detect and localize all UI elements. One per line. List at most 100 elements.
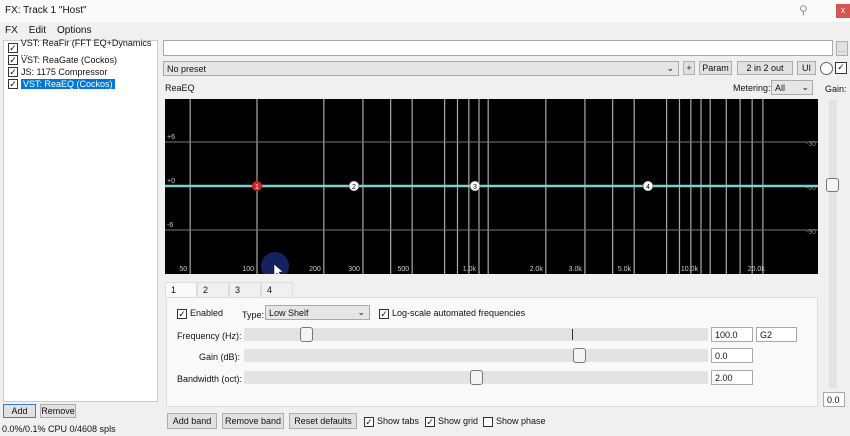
title-bar: FX: Track 1 "Host" ⚲ x — [0, 0, 850, 22]
fx-name-field[interactable] — [163, 40, 833, 56]
fx-enabled-checkbox[interactable]: ✓ — [8, 67, 18, 77]
band-tabs: 1234 — [165, 282, 293, 297]
fx-enabled-checkbox[interactable]: ✓ — [8, 55, 18, 65]
fx-enabled-checkbox[interactable]: ✓ — [8, 79, 18, 89]
more-button[interactable]: ... — [836, 41, 848, 56]
eq-graph[interactable]: +6-30+0-60-6-9050 100 200 300 500 1.0k 2.0k 3.0… — [165, 99, 818, 274]
chevron-down-icon: ⌄ — [357, 307, 365, 317]
metering-value: All — [775, 82, 786, 93]
frequency-value[interactable]: 100.0 — [711, 327, 753, 342]
fx-enabled-checkbox[interactable]: ✓ — [8, 43, 18, 53]
type-label: Type: — [242, 310, 265, 320]
menu-edit[interactable]: Edit — [29, 25, 46, 36]
io-button[interactable]: 2 in 2 out — [737, 61, 793, 75]
freq-label: 10.0k — [681, 266, 699, 273]
tab-band-3[interactable]: 3 — [229, 282, 261, 297]
plugin-name: ReaEQ — [165, 83, 195, 93]
fx-item-label: VST: ReaEQ (Cockos) — [21, 79, 115, 89]
bypass-checkbox[interactable]: ✓ — [835, 62, 847, 74]
gain-value[interactable]: 0.0 — [711, 348, 753, 363]
freq-label: 50 — [179, 266, 187, 273]
gain-label: Gain: — [825, 84, 847, 94]
db-label: +0 — [167, 178, 175, 185]
fx-list: ✓ VST: ReaFir (FFT EQ+Dynamics ... ✓ VST: R… — [3, 38, 158, 402]
show-phase-checkbox[interactable]: Show phase — [483, 416, 546, 427]
freq-label: 5.0k — [618, 266, 632, 273]
close-button[interactable]: x — [836, 4, 850, 18]
enabled-label: Enabled — [190, 308, 224, 318]
db-label: +6 — [167, 134, 175, 141]
freq-label: 300 — [348, 266, 360, 273]
logscale-checkbox[interactable]: ✓ Log-scale automated frequencies — [379, 308, 525, 319]
window-title: FX: Track 1 "Host" — [5, 5, 87, 16]
master-gain-thumb[interactable] — [826, 178, 839, 192]
show-tabs-checkbox[interactable]: ✓ Show tabs — [364, 416, 419, 427]
add-fx-button[interactable]: Add — [3, 404, 36, 418]
master-gain-slider[interactable] — [826, 100, 839, 388]
meter-label: -90 — [806, 229, 816, 236]
menu-fx[interactable]: FX — [5, 25, 18, 36]
fx-list-item[interactable]: ✓ VST: ReaFir (FFT EQ+Dynamics ... — [4, 38, 157, 58]
remove-fx-button[interactable]: Remove — [40, 404, 76, 418]
metering-label: Metering: — [733, 83, 771, 93]
show-phase-label: Show phase — [496, 416, 546, 426]
menu-bar: FX Edit Options — [5, 25, 91, 36]
metering-select[interactable]: All ⌄ — [771, 80, 813, 95]
band-node-label: 1 — [255, 184, 259, 191]
menu-options[interactable]: Options — [57, 25, 91, 36]
gain-thumb[interactable] — [573, 348, 587, 363]
preset-value: No preset — [167, 63, 207, 74]
tab-band-4[interactable]: 4 — [261, 282, 293, 297]
tab-band-1[interactable]: 1 — [165, 282, 197, 297]
bandwidth-value[interactable]: 2.00 — [711, 370, 753, 385]
freq-label: 500 — [397, 266, 409, 273]
show-tabs-label: Show tabs — [377, 416, 420, 426]
preset-select[interactable]: No preset ⌄ — [163, 61, 679, 76]
frequency-slider[interactable] — [244, 327, 708, 342]
bandwidth-label: Bandwidth (oct): — [177, 374, 243, 384]
freq-label: 20.0k — [748, 266, 766, 273]
frequency-center-mark — [572, 329, 573, 340]
fx-list-item[interactable]: ✓ JS: 1175 Compressor — [4, 66, 157, 78]
cpu-status: 0.0%/0.1% CPU 0/4608 spls — [2, 424, 116, 434]
fx-item-label: VST: ReaGate (Cockos) — [21, 55, 118, 65]
frequency-thumb[interactable] — [299, 327, 313, 342]
type-value: Low Shelf — [269, 307, 309, 318]
bandwidth-thumb[interactable] — [470, 370, 483, 385]
fx-list-item[interactable]: ✓ VST: ReaEQ (Cockos) — [4, 78, 157, 90]
band-node-label: 2 — [352, 184, 356, 191]
gain-band-label: Gain (dB): — [199, 352, 241, 362]
logscale-label: Log-scale automated frequencies — [392, 308, 526, 318]
freq-label: 200 — [309, 266, 321, 273]
show-grid-checkbox[interactable]: ✓ Show grid — [425, 416, 478, 427]
frequency-label: Frequency (Hz): — [177, 331, 242, 341]
param-button[interactable]: Param — [699, 61, 732, 75]
note-value[interactable]: G2 — [756, 327, 797, 342]
freq-label: 1.0k — [463, 266, 477, 273]
bandwidth-slider[interactable] — [244, 370, 708, 385]
db-label: -6 — [167, 222, 173, 229]
show-grid-label: Show grid — [438, 416, 479, 426]
add-preset-button[interactable]: + — [683, 61, 695, 75]
band-node-label: 4 — [646, 184, 650, 191]
freq-label: 2.0k — [530, 266, 544, 273]
reset-defaults-button[interactable]: Reset defaults — [289, 413, 357, 429]
master-gain-value[interactable]: 0.0 — [823, 392, 845, 407]
gain-slider[interactable] — [244, 348, 708, 363]
band-panel: ✓ Enabled Type: Low Shelf ⌄ ✓ Log-scale aut… — [166, 297, 818, 407]
add-band-button[interactable]: Add band — [167, 413, 217, 429]
freq-label: 100 — [242, 266, 254, 273]
ui-button[interactable]: UI — [797, 61, 816, 75]
type-select[interactable]: Low Shelf ⌄ — [265, 305, 370, 320]
fx-item-label: JS: 1175 Compressor — [21, 67, 108, 77]
tab-band-2[interactable]: 2 — [197, 282, 229, 297]
pin-icon[interactable]: ⚲ — [799, 3, 808, 17]
freq-label: 3.0k — [569, 266, 583, 273]
meter-label: -30 — [806, 141, 816, 148]
remove-band-button[interactable]: Remove band — [222, 413, 284, 429]
band-node-label: 3 — [473, 184, 477, 191]
chevron-down-icon: ⌄ — [801, 82, 809, 92]
enabled-checkbox[interactable]: ✓ Enabled — [177, 308, 223, 319]
chevron-down-icon: ⌄ — [666, 63, 674, 73]
wet-knob-icon[interactable] — [820, 62, 833, 75]
